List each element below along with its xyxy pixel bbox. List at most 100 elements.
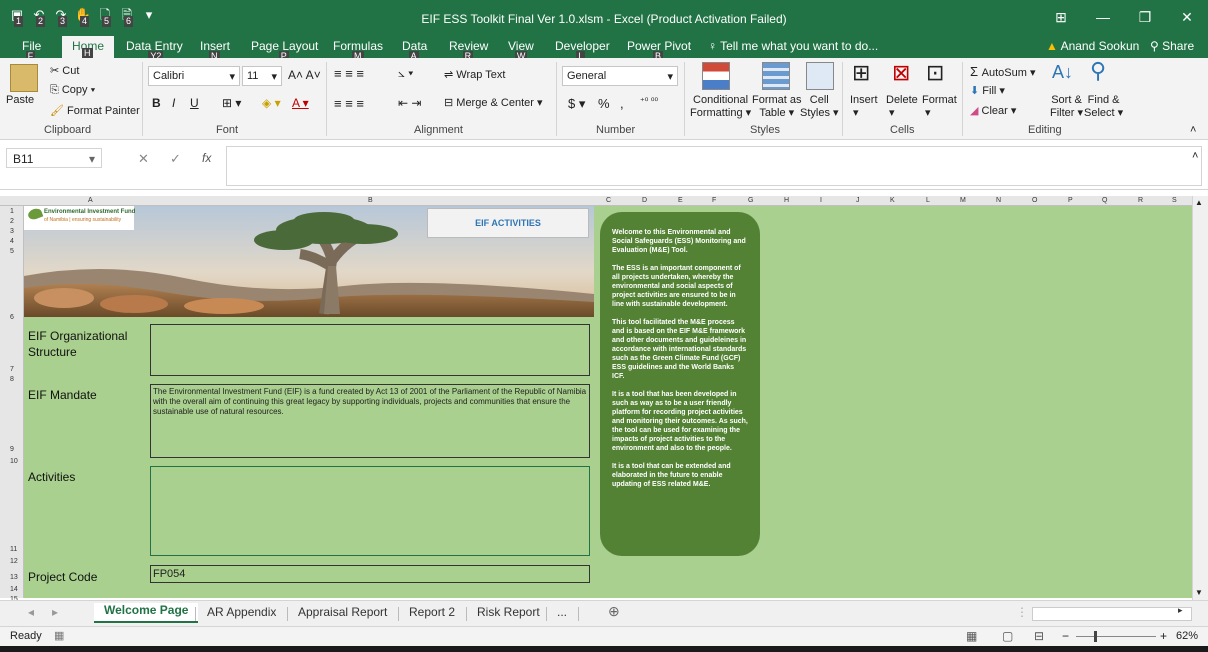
sheet-tab-ar-appendix[interactable]: AR Appendix (207, 605, 276, 619)
close-button[interactable]: ✕ (1166, 0, 1208, 34)
prev-sheet-icon[interactable]: ◂ (28, 605, 34, 619)
column-header[interactable]: R (1138, 197, 1143, 204)
tab-data-entry[interactable]: Data Entry Y2 (126, 39, 183, 62)
zoom-level[interactable]: 62% (1176, 630, 1198, 642)
row-header[interactable]: 4 (10, 238, 14, 245)
grow-font-button[interactable]: A˄ A˅ (288, 68, 321, 82)
hscroll-splitter-icon[interactable]: ⋮ (1016, 605, 1028, 619)
delete-cells-button[interactable]: Delete ▾ (886, 94, 918, 119)
column-header[interactable]: H (784, 197, 789, 204)
cut-button[interactable]: ✂ Cut (50, 64, 79, 77)
paste-button[interactable]: Paste (6, 94, 34, 106)
comma-button[interactable]: , (620, 96, 624, 111)
tab-formulas[interactable]: Formulas M (333, 39, 383, 62)
table-icon[interactable] (762, 62, 790, 90)
row-header[interactable]: 7 (10, 366, 14, 373)
clear-button[interactable]: ◢ Clear ▾ (970, 104, 1016, 117)
cell-styles-button[interactable]: Cell Styles ▾ (800, 94, 839, 119)
row-header[interactable]: 14 (10, 586, 18, 593)
delete-cells-icon[interactable]: ⊠ (892, 60, 910, 86)
enter-icon[interactable]: ✓ (170, 151, 181, 167)
percent-button[interactable]: % (598, 96, 610, 111)
fill-button[interactable]: ⬇ Fill ▾ (970, 84, 1005, 97)
column-header[interactable]: J (856, 197, 860, 204)
row-header[interactable]: 12 (10, 558, 18, 565)
vertical-scrollbar[interactable]: ▲ ▼ (1192, 196, 1208, 600)
sheet-tab-risk-report[interactable]: Risk Report (477, 605, 540, 619)
column-header[interactable]: L (926, 197, 930, 204)
row-header[interactable]: 1 (10, 208, 14, 215)
tell-me-box[interactable]: ♀ Tell me what you want to do... (708, 39, 878, 53)
org-structure-cell[interactable] (150, 324, 590, 376)
column-header[interactable]: Q (1102, 197, 1107, 204)
worksheet-grid[interactable]: Environmental Investment Fund of Namibia… (24, 206, 1192, 598)
insert-cells-button[interactable]: Insert ▾ (850, 94, 878, 119)
column-header[interactable]: K (890, 197, 895, 204)
zoom-in-button[interactable]: + (1160, 629, 1167, 643)
currency-button[interactable]: $ ▾ (568, 96, 585, 112)
column-header[interactable]: P (1068, 197, 1073, 204)
scroll-right-icon[interactable]: ▸ (1178, 605, 1183, 616)
tab-review[interactable]: Review R (449, 39, 488, 62)
left-align-icon[interactable]: ≡ ≡ ≡ (334, 96, 364, 111)
sheet-tab-welcome-page[interactable]: Welcome Page (94, 603, 199, 623)
zoom-slider[interactable] (1076, 636, 1156, 637)
insert-function-button[interactable]: fx (202, 151, 211, 165)
tab-insert[interactable]: Insert N (200, 39, 230, 62)
zoom-slider-thumb[interactable] (1094, 631, 1097, 642)
project-code-cell[interactable]: FP054 (150, 565, 590, 583)
find-select-button[interactable]: Find & Select ▾ (1084, 94, 1123, 119)
copy-button[interactable]: ⎘ Copy ▾ (50, 84, 95, 97)
format-painter-button[interactable]: 🖌 Format Painter (50, 104, 140, 117)
sheet-tab-appraisal-report[interactable]: Appraisal Report (298, 605, 387, 619)
column-header[interactable]: D (642, 197, 647, 204)
sheet-tab-report-2[interactable]: Report 2 (409, 605, 455, 619)
paste-icon[interactable] (10, 64, 38, 92)
column-header[interactable]: I (820, 197, 822, 204)
row-header[interactable]: 8 (10, 376, 14, 383)
row-header[interactable]: 2 (10, 218, 14, 225)
mandate-cell[interactable]: The Environmental Investment Fund (EIF) … (150, 384, 590, 458)
zoom-out-button[interactable]: − (1062, 629, 1069, 643)
tab-view[interactable]: View W (508, 39, 534, 62)
cancel-icon[interactable]: ✕ (138, 151, 149, 167)
macro-record-icon[interactable]: ▦ (54, 629, 64, 642)
format-cells-icon[interactable]: ⊡ (926, 60, 944, 86)
row-header[interactable]: 5 (10, 248, 14, 255)
find-magnifier-icon[interactable]: ⚲ (1090, 58, 1106, 84)
font-color-icon[interactable]: A ▾ (292, 96, 309, 110)
column-header[interactable]: F (712, 197, 716, 204)
activities-cell[interactable] (150, 466, 590, 556)
minimize-button[interactable]: — (1082, 0, 1124, 34)
indent-icon[interactable]: ⇤ ⇥ (398, 96, 421, 110)
conditional-formatting-button[interactable]: Conditional Formatting ▾ (690, 94, 751, 119)
scroll-up-icon[interactable]: ▲ (1195, 198, 1203, 207)
number-format-box[interactable]: General ▾ (562, 66, 678, 86)
cell-styles-icon[interactable] (806, 62, 834, 90)
format-as-table-button[interactable]: Format as Table ▾ (752, 94, 802, 119)
wrap-text-button[interactable]: ⇌ Wrap Text (444, 68, 505, 81)
formula-input[interactable] (226, 146, 1202, 186)
bold-button[interactable]: B (152, 96, 161, 110)
row-header[interactable]: 6 (10, 314, 14, 321)
collapse-ribbon-icon[interactable]: ˄ (1190, 124, 1196, 136)
row-header[interactable]: 10 (10, 458, 18, 465)
orientation-icon[interactable]: ⦣ ▾ (398, 66, 413, 81)
column-header[interactable]: C (606, 197, 611, 204)
column-header[interactable]: S (1172, 197, 1177, 204)
row-header[interactable]: 11 (10, 546, 17, 553)
font-name-box[interactable]: Calibri ▾ (148, 66, 240, 86)
conditional-formatting-icon[interactable] (702, 62, 730, 90)
user-account[interactable]: ▲ Anand Sookun (1046, 39, 1139, 53)
tab-home[interactable]: Home H (62, 36, 115, 59)
new-sheet-icon[interactable]: ⊕ (608, 603, 620, 620)
autosum-button[interactable]: Σ AutoSum ▾ (970, 64, 1035, 79)
borders-icon[interactable]: ⊞ ▾ (222, 96, 241, 110)
underline-button[interactable]: U (190, 96, 199, 110)
page-layout-view-icon[interactable]: ▢ (1002, 629, 1013, 643)
italic-button[interactable]: I (172, 96, 175, 110)
tab-developer[interactable]: Developer L (555, 39, 610, 62)
horizontal-scrollbar[interactable] (1032, 607, 1192, 621)
column-header[interactable]: E (678, 197, 683, 204)
eif-activities-button[interactable]: EIF ACTIVITIES (427, 208, 589, 238)
